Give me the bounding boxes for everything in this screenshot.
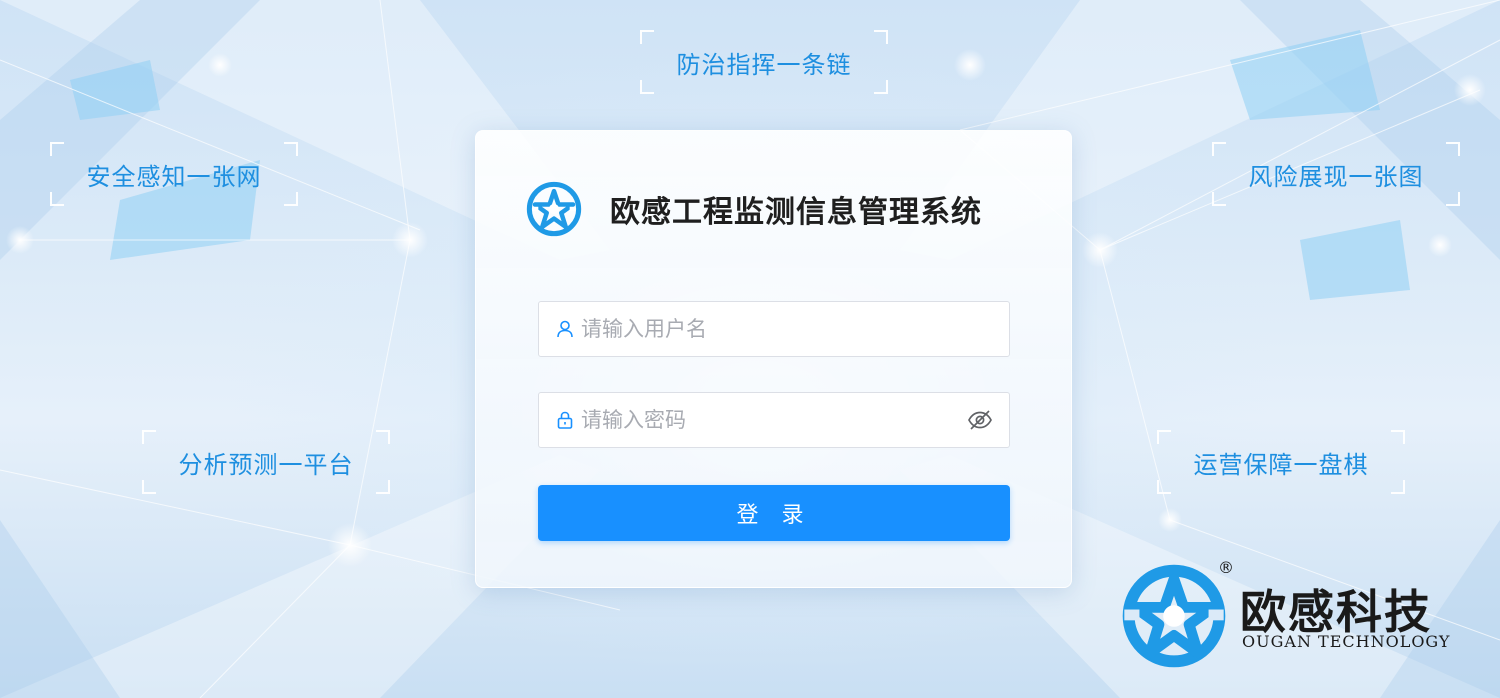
lock-icon: [557, 411, 573, 429]
slogan-text: 风险展现一张图: [1248, 162, 1424, 191]
username-field[interactable]: [538, 301, 1010, 357]
login-header: 欧感工程监测信息管理系统: [526, 181, 982, 237]
slogan-right-lower: 运营保障一盘棋: [1157, 430, 1405, 494]
company-logo-icon: [526, 181, 582, 237]
password-input[interactable]: [581, 393, 967, 447]
slogan-text: 分析预测一平台: [178, 450, 354, 479]
login-button[interactable]: 登 录: [538, 485, 1010, 541]
brand-logo: ® 欧感科技 OUGAN TECHNOLOGY: [1120, 558, 1480, 672]
slogan-text: 运营保障一盘棋: [1193, 450, 1369, 479]
user-icon: [557, 320, 573, 338]
system-title: 欧感工程监测信息管理系统: [610, 195, 982, 230]
brand-mark-icon: [1122, 564, 1226, 668]
login-card: 欧感工程监测信息管理系统 登 录: [475, 130, 1072, 588]
password-field[interactable]: [538, 392, 1010, 448]
slogan-text: 安全感知一张网: [86, 162, 262, 191]
slogan-top: 防治指挥一条链: [640, 30, 888, 94]
slogan-left-lower: 分析预测一平台: [142, 430, 390, 494]
slogan-text: 防治指挥一条链: [676, 50, 852, 79]
slogan-left-upper: 安全感知一张网: [50, 142, 298, 206]
slogan-right-upper: 风险展现一张图: [1212, 142, 1460, 206]
eye-off-icon[interactable]: [967, 407, 993, 433]
username-input[interactable]: [581, 302, 1009, 356]
registered-mark: ®: [1218, 558, 1234, 577]
brand-name-en: OUGAN TECHNOLOGY: [1242, 632, 1451, 651]
